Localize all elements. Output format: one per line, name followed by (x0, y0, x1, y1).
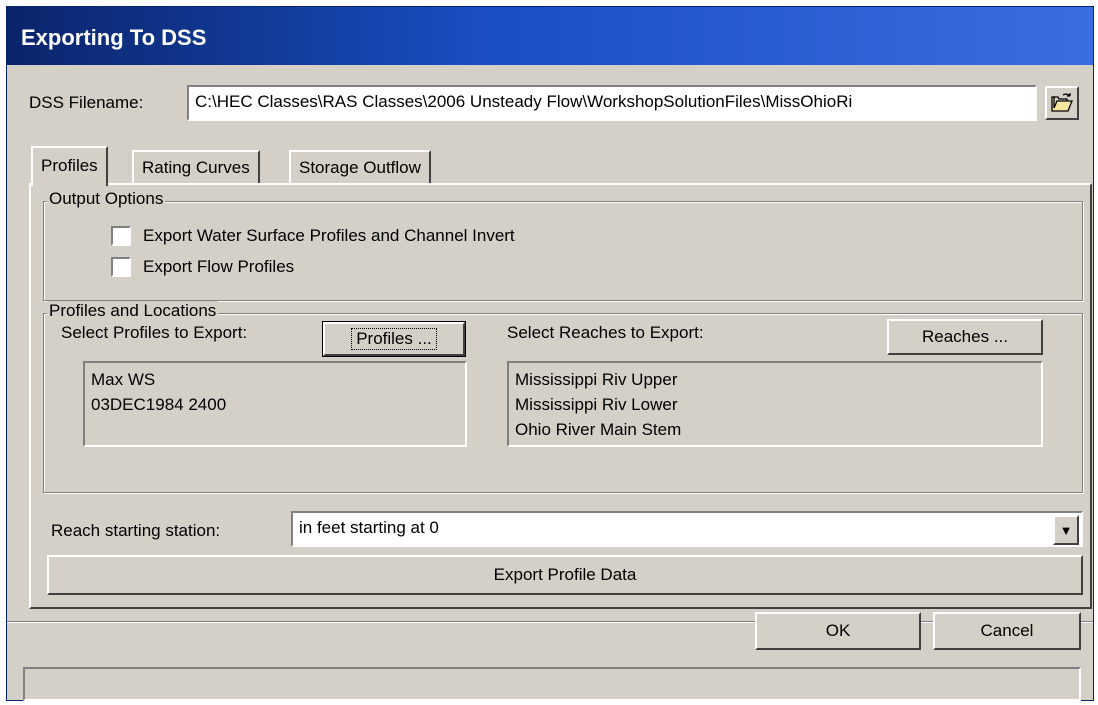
output-options-group (43, 201, 1083, 301)
export-flow-profiles-checkbox[interactable] (111, 257, 131, 277)
profiles-button[interactable]: Profiles ... (322, 321, 466, 357)
window-title: Exporting To DSS (21, 25, 207, 50)
status-bar (23, 667, 1081, 701)
cancel-button-label: Cancel (980, 621, 1034, 640)
list-item[interactable]: Mississippi Riv Upper (515, 367, 1035, 392)
reaches-button[interactable]: Reaches ... (887, 319, 1043, 355)
tab-storage-outflow[interactable]: Storage Outflow (289, 150, 431, 184)
dss-filename-label: DSS Filename: (29, 93, 144, 112)
profiles-tab-panel: Output Options Export Water Surface Prof… (29, 183, 1092, 609)
dss-filename-field[interactable]: C:\HEC Classes\RAS Classes\2006 Unsteady… (187, 85, 1037, 121)
browse-button[interactable] (1045, 86, 1079, 120)
divider (7, 621, 1093, 623)
reaches-listbox[interactable]: Mississippi Riv Upper Mississippi Riv Lo… (507, 361, 1043, 447)
list-item[interactable]: Max WS (91, 367, 459, 392)
ok-button[interactable]: OK (755, 612, 921, 650)
reaches-button-label: Reaches ... (922, 327, 1008, 346)
list-item[interactable]: Mississippi Riv Lower (515, 392, 1035, 417)
tab-rating-curves-label: Rating Curves (142, 158, 250, 177)
export-dss-dialog: Exporting To DSS DSS Filename: C:\HEC Cl… (6, 6, 1094, 701)
list-item[interactable]: 03DEC1984 2400 (91, 392, 459, 417)
select-profiles-label: Select Profiles to Export: (61, 323, 248, 342)
dss-filename-value: C:\HEC Classes\RAS Classes\2006 Unsteady… (195, 92, 853, 111)
export-ws-profiles-label: Export Water Surface Profiles and Channe… (143, 226, 515, 245)
open-folder-icon (1051, 93, 1073, 112)
profiles-listbox[interactable]: Max WS 03DEC1984 2400 (83, 361, 467, 447)
reach-starting-station-select[interactable]: in feet starting at 0 ▼ (291, 511, 1083, 547)
output-options-title: Output Options (47, 189, 166, 209)
export-profile-data-label: Export Profile Data (493, 565, 637, 584)
ok-button-label: OK (825, 621, 851, 640)
export-profile-data-button[interactable]: Export Profile Data (47, 555, 1083, 595)
export-ws-profiles-checkbox[interactable] (111, 226, 131, 246)
select-reaches-label: Select Reaches to Export: (507, 323, 704, 342)
tab-storage-outflow-label: Storage Outflow (299, 158, 421, 177)
profiles-locations-title: Profiles and Locations (47, 301, 219, 321)
title-bar[interactable]: Exporting To DSS (7, 7, 1093, 65)
tab-profiles-label: Profiles (41, 156, 98, 175)
reach-starting-station-value: in feet starting at 0 (299, 518, 439, 537)
tab-profiles[interactable]: Profiles (31, 146, 108, 186)
cancel-button[interactable]: Cancel (933, 612, 1081, 650)
list-item[interactable]: Ohio River Main Stem (515, 417, 1035, 442)
tab-rating-curves[interactable]: Rating Curves (132, 150, 260, 184)
export-flow-profiles-label: Export Flow Profiles (143, 257, 295, 276)
chevron-down-icon[interactable]: ▼ (1053, 515, 1079, 545)
reach-starting-station-label: Reach starting station: (51, 521, 221, 540)
profiles-button-label: Profiles ... (351, 328, 437, 350)
